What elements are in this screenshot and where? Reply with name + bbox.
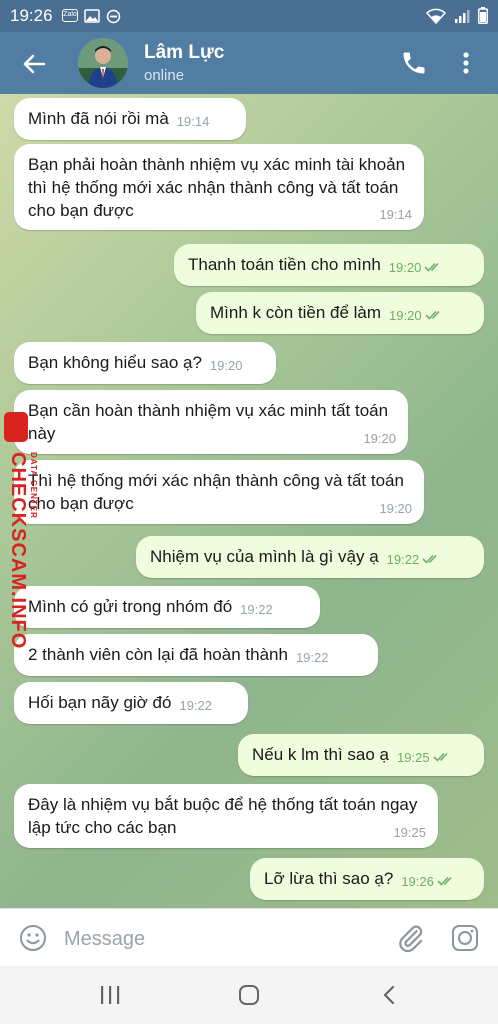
message-bubble-incoming[interactable]: Mình có gửi trong nhóm đó 19:22 [14,586,320,628]
avatar[interactable] [78,38,128,88]
message-time: 19:25 [397,750,430,765]
chat-header: Lâm Lực online [0,32,498,94]
double-check-icon [422,547,440,570]
message-bubble-outgoing[interactable]: Nhiệm vụ của mình là gì vậy ạ 19:22 [136,536,484,578]
message-text: Bạn không hiểu sao ạ? [28,353,202,372]
message-time: 19:22 [179,698,213,713]
double-check-icon [425,303,443,326]
checkscam-watermark: CHECKSCAM.INFO DATA CENTER [0,400,40,650]
message-bubble-incoming[interactable]: Mình đã nói rồi mà 19:14 [14,98,246,140]
zalo-icon: Zalo [62,9,78,22]
message-text: Thì hệ thống mới xác nhận thành công và … [28,471,404,513]
more-vert-icon [463,52,469,74]
system-icons [425,7,488,29]
message-bubble-outgoing[interactable]: Mình k còn tiền để làm 19:20 [196,292,484,334]
message-bubble-incoming[interactable]: Bạn không hiểu sao ạ? 19:20 [14,342,276,384]
message-time: 19:14 [176,114,210,129]
message-bubble-outgoing[interactable]: Nếu k lm thì sao ạ 19:25 [238,734,484,776]
back-button[interactable] [18,48,50,80]
status-bar: 19:26 Zalo [0,0,498,32]
message-time: 19:20 [379,501,412,516]
message-time: 19:22 [295,650,329,665]
watermark-text: CHECKSCAM.INFO [7,452,29,650]
double-check-icon [437,869,455,892]
phone-icon [403,52,425,74]
attach-button[interactable] [396,923,426,953]
message-bubble-outgoing[interactable]: Lỡ lừa thì sao ạ? 19:26 [250,858,484,900]
message-text: Bạn phải hoàn thành nhiệm vụ xác minh tà… [28,155,406,220]
home-button[interactable] [237,983,261,1007]
message-time: 19:20 [209,358,243,373]
signal-icon [454,8,470,29]
arrow-left-icon [23,54,46,74]
message-input[interactable] [62,919,366,959]
message-text: 2 thành viên còn lại đã hoàn thành [28,645,288,664]
system-navigation-bar [0,966,498,1024]
system-back-button[interactable] [378,983,402,1007]
battery-icon [478,7,488,29]
message-time: 19:20 [388,260,422,275]
message-time: 19:20 [363,431,396,446]
double-check-icon [432,745,451,768]
message-text: Mình k còn tiền để làm [210,303,382,322]
message-text: Thanh toán tiền cho mình [188,255,381,274]
smiley-icon [20,925,46,951]
lock-icon [4,412,28,442]
message-bubble-incoming[interactable]: Đây là nhiệm vụ bắt buộc để hệ thống tất… [14,784,438,848]
message-composer [0,908,498,966]
watermark-subtext: DATA CENTER [29,452,38,519]
message-bubble-incoming[interactable]: Hối bạn nãy giờ đó 19:22 [14,682,248,724]
message-text: Hối bạn nãy giờ đó [28,693,172,712]
message-time: 19:26 [401,874,434,889]
message-text: Nếu k lm thì sao ạ [252,745,390,764]
paperclip-icon [399,925,423,953]
message-time: 19:22 [386,552,420,567]
double-check-icon [424,255,442,278]
message-text: Nhiệm vụ của mình là gì vậy ạ [150,547,379,566]
contact-status: online [144,67,185,84]
emoji-button[interactable] [18,923,48,953]
message-bubble-incoming[interactable]: 2 thành viên còn lại đã hoàn thành 19:22 [14,634,378,676]
message-time: 19:20 [389,308,422,323]
message-text: Đây là nhiệm vụ bắt buộc để hệ thống tất… [28,795,418,837]
camera-icon [452,925,478,951]
message-text: Lỡ lừa thì sao ạ? [264,869,394,888]
message-text: Mình có gửi trong nhóm đó [28,597,233,616]
home-icon [239,985,259,1005]
dnd-icon [106,9,121,29]
camera-button[interactable] [450,923,480,953]
message-time: 19:22 [240,602,273,617]
recents-icon [101,986,120,1004]
image-icon [84,9,100,29]
message-bubble-incoming[interactable]: Thì hệ thống mới xác nhận thành công và … [14,460,424,524]
more-menu-button[interactable] [452,49,480,77]
message-bubble-incoming[interactable]: Bạn cần hoàn thành nhiệm vụ xác minh tất… [14,390,408,454]
contact-name[interactable]: Lâm Lực [144,42,224,64]
status-time: 19:26 [10,6,53,25]
message-time: 19:25 [393,825,426,840]
message-bubble-outgoing[interactable]: Thanh toán tiền cho mình 19:20 [174,244,484,286]
wifi-icon [425,8,447,29]
call-button[interactable] [400,49,428,77]
notification-icons: Zalo [62,9,121,29]
message-text: Bạn cần hoàn thành nhiệm vụ xác minh tất… [28,401,389,443]
message-text: Mình đã nói rồi mà [28,109,169,128]
message-list[interactable]: Mình đã nói rồi mà 19:14 Bạn phải hoàn th… [0,94,498,908]
message-time: 19:14 [379,207,412,222]
chevron-left-icon [383,985,395,1005]
recents-button[interactable] [98,984,122,1006]
message-bubble-incoming[interactable]: Bạn phải hoàn thành nhiệm vụ xác minh tà… [14,144,424,230]
